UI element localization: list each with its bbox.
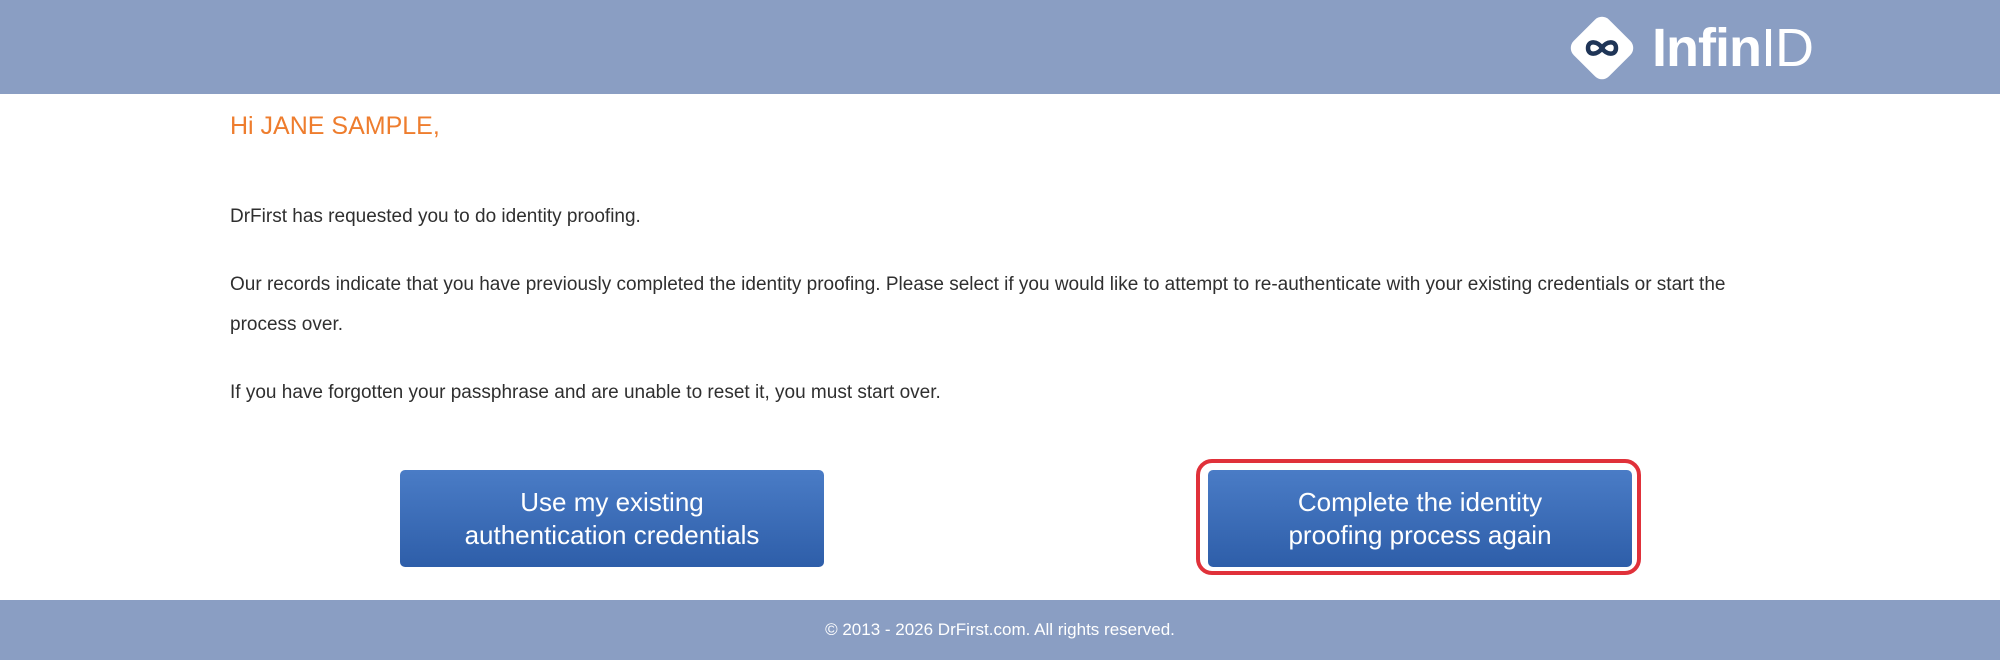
request-paragraph: DrFirst has requested you to do identity… bbox=[230, 206, 641, 227]
logo-wordmark-bold: Infin bbox=[1652, 18, 1762, 78]
use-existing-credentials-button[interactable]: Use my existing authentication credentia… bbox=[400, 470, 824, 567]
logo-wordmark-light: ID bbox=[1760, 18, 1814, 78]
logo-wordmark: InfinID bbox=[1652, 18, 1814, 78]
page-header: InfinID bbox=[0, 0, 2000, 94]
greeting-heading: Hi JANE SAMPLE, bbox=[230, 112, 440, 140]
records-paragraph: Our records indicate that you have previ… bbox=[230, 274, 1726, 335]
copyright-text: © 2013 - 2026 DrFirst.com. All rights re… bbox=[825, 620, 1175, 639]
infinid-logo: InfinID bbox=[1566, 12, 1814, 84]
restart-identity-proofing-button[interactable]: Complete the identity proofing process a… bbox=[1208, 470, 1632, 567]
use-existing-credentials-label-line1: Use my existing bbox=[520, 486, 704, 517]
infinity-icon bbox=[1566, 12, 1638, 84]
restart-identity-proofing-label-line2: proofing process again bbox=[1288, 519, 1552, 550]
restart-identity-proofing-label-line1: Complete the identity bbox=[1297, 486, 1543, 517]
use-existing-credentials-label-line2: authentication credentials bbox=[464, 519, 760, 550]
page-footer: © 2013 - 2026 DrFirst.com. All rights re… bbox=[0, 600, 2000, 660]
passphrase-paragraph: If you have forgotten your passphrase an… bbox=[230, 382, 941, 403]
